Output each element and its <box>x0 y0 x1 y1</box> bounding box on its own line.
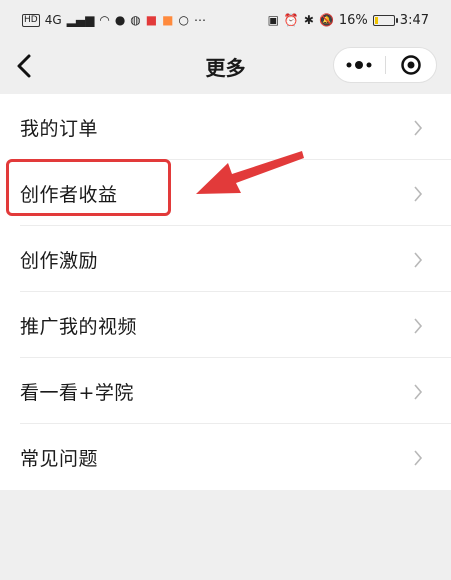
close-button[interactable] <box>385 48 436 82</box>
mute-icon: 🔕 <box>318 13 334 27</box>
menu-item-academy[interactable]: 看一看+学院 <box>0 358 451 424</box>
status-right: ▣ ⏰ ✱ 🔕 16% 3:47 <box>268 13 429 28</box>
menu-item-label: 推广我的视频 <box>20 315 138 338</box>
status-left: HD 4G ▂▄▆ ◠ ● ◍ ■ ■ ○ ⋯ <box>22 13 206 27</box>
menu-item-label: 我的订单 <box>20 117 99 140</box>
chevron-right-icon <box>414 384 423 400</box>
chevron-right-icon <box>414 450 423 466</box>
highlight-box <box>6 159 171 216</box>
nav-bar: 更多 <box>0 40 451 92</box>
bluetooth-icon: ✱ <box>303 13 314 27</box>
menu-list: 我的订单 创作者收益 创作激励 推广我的视频 看一看+学院 常见问题 <box>0 94 451 490</box>
chevron-right-icon <box>414 252 423 268</box>
app-icon-red: ■ <box>145 13 158 27</box>
chevron-left-icon <box>17 54 31 78</box>
network-label: 4G <box>44 13 62 27</box>
menu-item-label: 常见问题 <box>20 447 99 470</box>
alarm-icon: ⏰ <box>283 13 299 27</box>
app-icon: ◍ <box>130 13 141 27</box>
dots-icon <box>346 61 372 69</box>
more-status-icon: ⋯ <box>193 13 206 27</box>
capsule-menu <box>333 47 437 83</box>
menu-item-label: 看一看+学院 <box>20 381 134 404</box>
chevron-right-icon <box>414 186 423 202</box>
chevron-right-icon <box>414 318 423 334</box>
signal-icon: ▂▄▆ <box>66 13 95 27</box>
battery-icon <box>372 14 398 26</box>
chat-icon: ○ <box>178 13 189 27</box>
menu-item-creator-incentive[interactable]: 创作激励 <box>0 226 451 292</box>
hd-badge: HD <box>22 13 40 27</box>
menu-item-faq[interactable]: 常见问题 <box>0 424 451 490</box>
menu-item-label: 创作激励 <box>20 249 99 272</box>
battery-text: 16% <box>338 12 368 28</box>
menu-item-promote-video[interactable]: 推广我的视频 <box>0 292 451 358</box>
nfc-icon: ▣ <box>267 13 279 27</box>
battery-fill <box>374 16 378 24</box>
clock: 3:47 <box>399 12 429 28</box>
notification-icon: ● <box>114 13 126 27</box>
status-bar: HD 4G ▂▄▆ ◠ ● ◍ ■ ■ ○ ⋯ ▣ ⏰ ✱ 🔕 16% 3:47 <box>0 0 451 40</box>
more-button[interactable] <box>334 48 385 82</box>
page-title: 更多 <box>205 55 246 80</box>
chevron-right-icon <box>414 120 423 136</box>
target-icon <box>400 55 421 75</box>
app-icon-orange: ■ <box>162 13 174 27</box>
menu-item-my-orders[interactable]: 我的订单 <box>0 94 451 160</box>
back-button[interactable] <box>8 48 44 84</box>
wifi-icon: ◠ <box>99 13 110 27</box>
